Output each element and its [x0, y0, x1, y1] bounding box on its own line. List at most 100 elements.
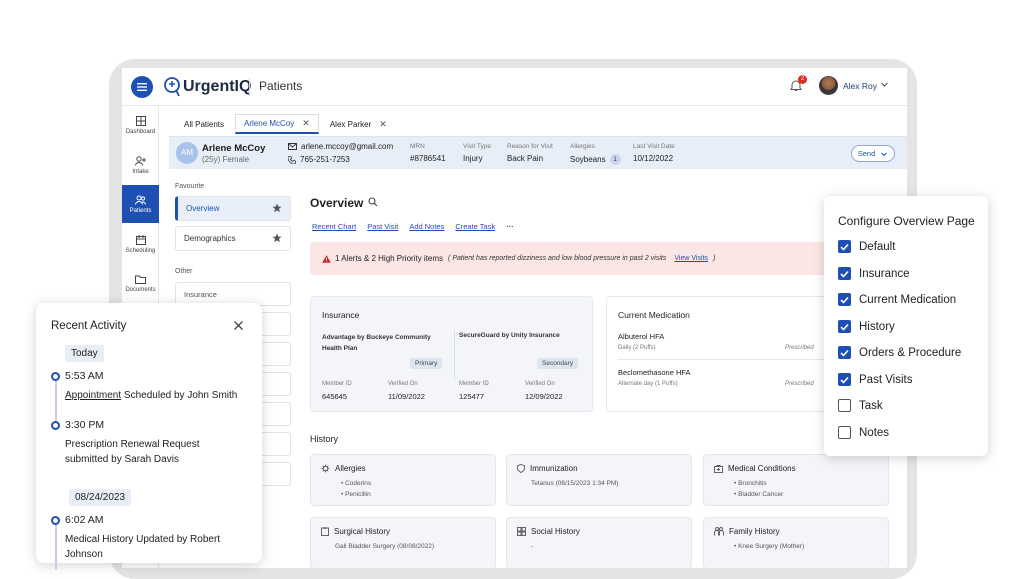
verified-label: Verified On	[525, 381, 555, 387]
checkbox-checked[interactable]	[838, 346, 851, 359]
option-history[interactable]: History	[838, 320, 895, 333]
option-default[interactable]: Default	[838, 240, 895, 253]
option-current-medication[interactable]: Current Medication	[838, 293, 956, 306]
create-task-link[interactable]: Create Task	[455, 222, 495, 231]
option-label: History	[859, 320, 895, 333]
history-title: Immunization	[530, 464, 578, 473]
history-entry: -	[531, 543, 534, 550]
page-title: Patients	[259, 79, 303, 93]
virus-icon	[321, 464, 330, 473]
tab-arlene-mccoy[interactable]: Arlene McCoy ✕	[235, 114, 319, 134]
event-time: 5:53 AM	[65, 370, 104, 382]
avatar[interactable]	[819, 76, 838, 95]
mail-icon	[288, 143, 297, 150]
social-icon	[517, 527, 526, 536]
nav-demographics[interactable]: Demographics	[175, 226, 291, 251]
history-card-social[interactable]: Social History -	[506, 517, 692, 568]
sidebar-item-patients[interactable]: Patients	[122, 185, 159, 223]
sidebar-item-scheduling[interactable]: Scheduling	[122, 225, 159, 263]
checkbox-checked[interactable]	[838, 293, 851, 306]
history-card-family[interactable]: Family History • Knee Surgery (Mother)	[703, 517, 889, 568]
clipboard-icon	[321, 527, 329, 536]
field-value: Back Pain	[507, 154, 544, 163]
patient-email[interactable]: arlene.mccoy@gmail.com	[288, 142, 393, 151]
nav-label: Insurance	[184, 289, 217, 299]
add-notes-link[interactable]: Add Notes	[409, 222, 444, 231]
field-label: Last Visit Date	[633, 143, 675, 150]
verified-label: Verified On	[388, 381, 418, 387]
option-past-visits[interactable]: Past Visits	[838, 373, 912, 386]
sidebar-item-dashboard[interactable]: Dashboard	[122, 106, 159, 144]
option-insurance[interactable]: Insurance	[838, 267, 910, 280]
app-logo[interactable]: UrgentIQ	[163, 75, 251, 99]
checkbox-checked[interactable]	[838, 267, 851, 280]
card-title: Insurance	[322, 310, 360, 320]
more-icon[interactable]: ···	[506, 222, 514, 231]
chevron-down-icon[interactable]	[880, 80, 889, 89]
alert-text: 1 Alerts & 2 High Priority items	[335, 254, 444, 263]
nav-label: Overview	[186, 204, 220, 213]
medication-status: Prescribed	[785, 381, 814, 387]
field-mrn: MRN #8786541	[410, 143, 446, 163]
event-text: Appointment Scheduled by John Smith	[65, 390, 238, 401]
recent-chart-link[interactable]: Recent Chart	[312, 222, 356, 231]
quick-actions: Recent Chart Past Visit Add Notes Create…	[312, 222, 514, 231]
history-card-medical-conditions[interactable]: Medical Conditions • Bronchitis • Bladder…	[703, 454, 889, 506]
event-time: 6:02 AM	[65, 514, 104, 526]
plan-name: Advantage by Buckeye Community Health Pl…	[322, 334, 431, 352]
sidebar-item-label: Intake	[132, 168, 149, 175]
search-icon[interactable]	[368, 197, 378, 207]
checkbox-checked[interactable]	[838, 240, 851, 253]
option-task[interactable]: Task	[838, 399, 883, 412]
panel-title: Recent Activity	[51, 320, 127, 332]
close-icon[interactable]	[233, 320, 244, 331]
checkbox-unchecked[interactable]	[838, 426, 851, 439]
close-icon[interactable]: ✕	[302, 118, 310, 129]
menu-button[interactable]	[131, 76, 153, 98]
dashboard-icon	[135, 115, 146, 126]
send-label: Send	[857, 149, 876, 158]
recent-activity-panel: Recent Activity Today 5:53 AM Appointmen…	[36, 303, 262, 570]
top-bar: UrgentIQ Patients 2 Alex Roy	[122, 68, 907, 106]
tab-all-patients[interactable]: All Patients	[175, 114, 233, 134]
sidebar-item-documents[interactable]: Documents	[122, 265, 159, 303]
field-value: #8786541	[410, 154, 446, 163]
view-visits-link[interactable]: View Visits	[674, 255, 708, 262]
configure-overview-panel: Configure Overview Page Default Insuranc…	[824, 196, 988, 456]
field-label: MRN	[410, 143, 425, 150]
patient-phone[interactable]: 765-251-7253	[288, 155, 350, 164]
close-icon[interactable]: ✕	[379, 119, 387, 130]
event-text: Medical History Updated by Robert Johnso…	[65, 534, 221, 560]
nav-overview[interactable]: Overview	[175, 196, 291, 221]
past-visit-link[interactable]: Past Visit	[367, 222, 398, 231]
sidebar-item-label: Patients	[129, 207, 152, 214]
checkbox-checked[interactable]	[838, 320, 851, 333]
history-card-surgical[interactable]: Surgical History Gall Bladder Surgery (0…	[310, 517, 496, 568]
medication-dose: Daily (2 Puffs)	[618, 345, 656, 351]
option-notes[interactable]: Notes	[838, 426, 889, 439]
history-card-allergies[interactable]: Allergies • Coderins • Penicillin	[310, 454, 496, 506]
option-label: Default	[859, 240, 896, 253]
allergy-count-badge[interactable]: 1	[609, 154, 621, 165]
option-orders-procedure[interactable]: Orders & Procedure	[838, 346, 961, 359]
event-time: 3:30 PM	[65, 419, 105, 431]
medication-status: Prescribed	[785, 345, 814, 351]
appointment-link[interactable]: Appointment	[65, 390, 121, 401]
tab-alex-parker[interactable]: Alex Parker ✕	[321, 114, 396, 134]
history-entry: Gall Bladder Surgery (08/08/2022)	[335, 543, 435, 550]
phone-text: 765-251-7253	[300, 155, 350, 164]
field-label: Reason for Visit	[507, 143, 553, 150]
star-icon[interactable]	[272, 203, 282, 213]
card-title: Current Medication	[618, 310, 690, 320]
checkbox-unchecked[interactable]	[838, 399, 851, 412]
sidebar-item-intake[interactable]: Intake	[122, 146, 159, 184]
history-title: Medical Conditions	[728, 464, 796, 473]
send-button[interactable]: Send	[851, 145, 895, 162]
check-icon	[840, 376, 849, 384]
check-icon	[840, 296, 849, 304]
history-card-immunization[interactable]: Immunization Tetanus (06/15/2023 1:34 PM…	[506, 454, 692, 506]
user-name[interactable]: Alex Roy	[843, 81, 877, 91]
checkbox-checked[interactable]	[838, 373, 851, 386]
option-label: Current Medication	[859, 293, 957, 306]
star-icon[interactable]	[272, 233, 282, 243]
